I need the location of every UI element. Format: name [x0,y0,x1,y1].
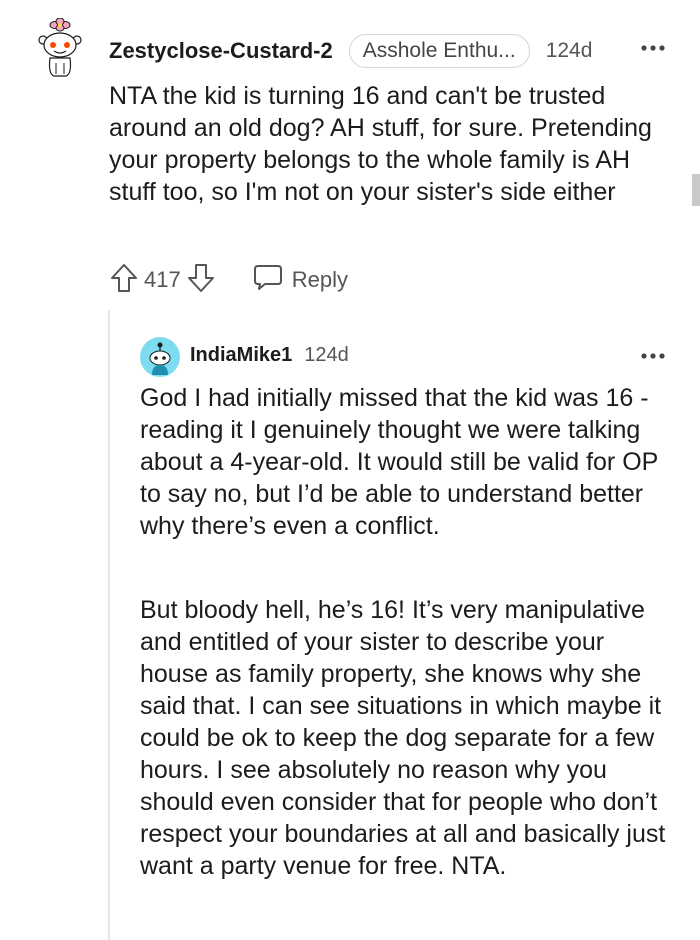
reply-timestamp: 124d [304,343,349,366]
downvote-arrow-icon[interactable] [186,262,216,299]
reply-user-avatar-icon[interactable] [140,337,180,377]
scrollbar-thumb[interactable] [692,174,700,206]
reply-button[interactable]: Reply [252,262,348,298]
reply-more-options-icon[interactable] [640,346,666,366]
comment-body: NTA the kid is turning 16 and can't be t… [109,82,652,206]
user-flair-badge[interactable]: Asshole Enthu... [348,34,530,68]
comment-timestamp: 124d [545,39,593,62]
user-avatar-snoo-icon[interactable] [36,17,84,80]
comment-username[interactable]: Zestyclose-Custard-2 [109,38,333,64]
reply-label: Reply [291,267,348,292]
reply-username[interactable]: IndiaMike1 [190,344,292,367]
vote-count: 417 [144,267,181,292]
reply-paragraph: God I had initially missed that the kid … [140,384,658,540]
upvote-arrow-icon[interactable] [109,262,139,299]
more-options-icon[interactable] [640,38,666,58]
thread-line[interactable] [108,310,110,940]
comment-actions: 417 Reply [109,262,348,298]
reply-header: IndiaMike1 124d [190,340,349,370]
reply-bubble-icon [252,262,284,298]
reply-paragraph: But bloody hell, he’s 16! It’s very mani… [140,596,666,880]
comment-header: Zestyclose-Custard-2 Asshole Enthu... 12… [109,33,592,69]
